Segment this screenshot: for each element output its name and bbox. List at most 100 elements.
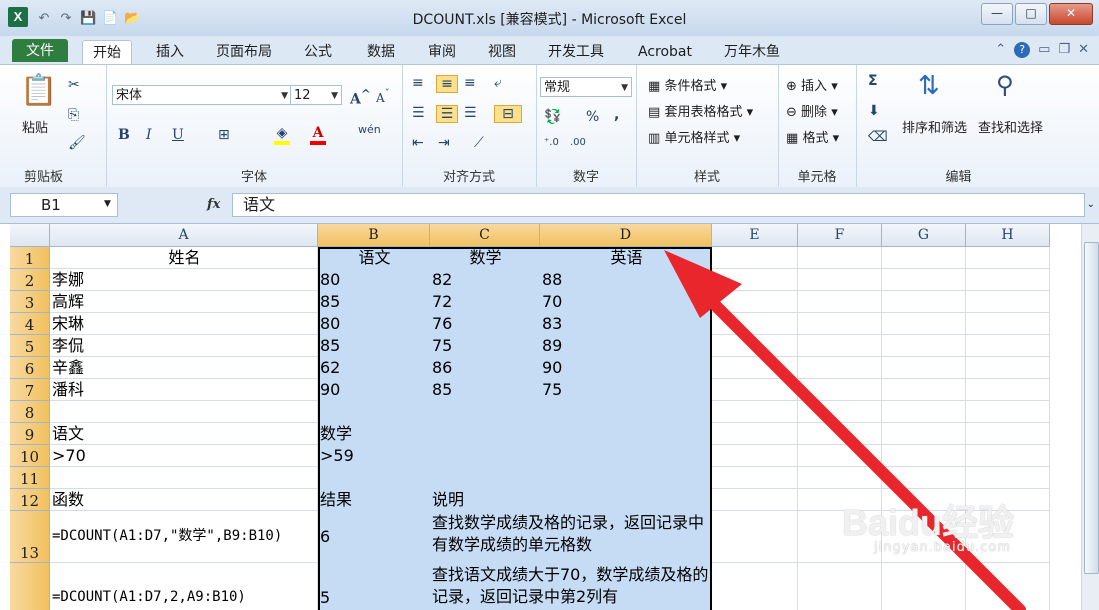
- row-header-13[interactable]: 13: [10, 511, 50, 563]
- align-top-icon[interactable]: ≡: [412, 75, 424, 91]
- cell-a14[interactable]: =DCOUNT(A1:D7,2,A9:B10): [50, 563, 318, 610]
- tab-data[interactable]: 数据: [357, 40, 405, 64]
- cell-c4[interactable]: 76: [430, 313, 540, 335]
- cell-g14[interactable]: [882, 563, 966, 610]
- orientation-icon[interactable]: ⟋: [474, 135, 484, 151]
- cell-e12[interactable]: [712, 489, 798, 511]
- expand-formula-chevron-icon[interactable]: ⌄: [1087, 199, 1095, 210]
- cell-d9[interactable]: [540, 423, 712, 445]
- row-header-3[interactable]: 3: [10, 291, 50, 313]
- percent-button[interactable]: %: [586, 109, 599, 125]
- cell-b3[interactable]: 85: [318, 291, 430, 313]
- cell-a3[interactable]: 高辉: [50, 291, 318, 313]
- tab-formulas[interactable]: 公式: [294, 40, 342, 64]
- cell-e14[interactable]: [712, 563, 798, 610]
- column-header-f[interactable]: F: [798, 224, 882, 247]
- row-header-11[interactable]: 11: [10, 467, 50, 489]
- increase-decimal-icon[interactable]: ⁺.0: [544, 137, 559, 148]
- cell-g9[interactable]: [882, 423, 966, 445]
- cell-f8[interactable]: [798, 401, 882, 423]
- cell-b7[interactable]: 90: [318, 379, 430, 401]
- cell-c13[interactable]: 查找数学成绩及格的记录，返回记录中有数学成绩的单元格数: [430, 511, 712, 563]
- cell-f6[interactable]: [798, 357, 882, 379]
- cell-b6[interactable]: 62: [318, 357, 430, 379]
- cell-d5[interactable]: 89: [540, 335, 712, 357]
- tab-file[interactable]: 文件: [12, 39, 68, 62]
- cell-g10[interactable]: [882, 445, 966, 467]
- row-header-10[interactable]: 10: [10, 445, 50, 467]
- select-all-corner[interactable]: [10, 224, 50, 247]
- tab-view[interactable]: 视图: [478, 40, 526, 64]
- font-color-button[interactable]: A: [310, 125, 326, 145]
- clear-icon[interactable]: ⌫: [868, 129, 888, 145]
- paste-button[interactable]: 粘贴: [22, 117, 48, 136]
- font-size-select[interactable]: 12 ▼: [290, 85, 342, 105]
- cell-a4[interactable]: 宋琳: [50, 313, 318, 335]
- cell-c12[interactable]: 说明: [430, 489, 540, 511]
- number-format-select[interactable]: 常规 ▼: [540, 77, 632, 97]
- column-header-d[interactable]: D: [540, 224, 712, 247]
- format-cells-button[interactable]: ▦ 格式 ▾: [786, 127, 839, 146]
- align-left-icon[interactable]: ☰: [412, 105, 425, 121]
- row-header-7[interactable]: 7: [10, 379, 50, 401]
- maximize-button[interactable]: □: [1015, 3, 1047, 25]
- increase-indent-icon[interactable]: ⇥: [438, 135, 450, 151]
- italic-button[interactable]: I: [146, 127, 152, 143]
- cell-b10[interactable]: >59: [318, 445, 430, 467]
- cell-e13[interactable]: [712, 511, 798, 563]
- cell-d2[interactable]: 88: [540, 269, 712, 291]
- cell-e8[interactable]: [712, 401, 798, 423]
- column-header-a[interactable]: A: [50, 224, 318, 247]
- row-header-8[interactable]: 8: [10, 401, 50, 423]
- cell-g5[interactable]: [882, 335, 966, 357]
- increase-font-icon[interactable]: A^: [350, 87, 371, 108]
- cell-f9[interactable]: [798, 423, 882, 445]
- cell-a5[interactable]: 李侃: [50, 335, 318, 357]
- cell-e5[interactable]: [712, 335, 798, 357]
- cell-h10[interactable]: [966, 445, 1050, 467]
- cell-e1[interactable]: [712, 247, 798, 269]
- cell-d3[interactable]: 70: [540, 291, 712, 313]
- cell-d4[interactable]: 83: [540, 313, 712, 335]
- merge-center-icon[interactable]: ⊟: [494, 105, 522, 123]
- cell-c7[interactable]: 85: [430, 379, 540, 401]
- decrease-decimal-icon[interactable]: .00: [570, 137, 586, 148]
- decrease-indent-icon[interactable]: ⇤: [412, 135, 424, 151]
- cell-e9[interactable]: [712, 423, 798, 445]
- cell-c11[interactable]: [430, 467, 540, 489]
- cell-d10[interactable]: [540, 445, 712, 467]
- cut-icon[interactable]: ✂: [68, 77, 80, 93]
- cell-c10[interactable]: [430, 445, 540, 467]
- ribbon-collapse-icon[interactable]: ⌃: [995, 42, 1006, 58]
- cell-h2[interactable]: [966, 269, 1050, 291]
- cell-h14[interactable]: [966, 563, 1050, 610]
- close-button[interactable]: ✕: [1049, 3, 1093, 25]
- cell-c1[interactable]: 数学: [430, 247, 540, 269]
- sort-filter-button[interactable]: 排序和筛选: [902, 117, 967, 136]
- cell-h5[interactable]: [966, 335, 1050, 357]
- align-middle-icon[interactable]: ≡: [436, 75, 458, 93]
- cell-a1[interactable]: 姓名: [50, 247, 318, 269]
- underline-button[interactable]: U: [172, 127, 184, 143]
- formula-input[interactable]: 语文: [232, 193, 1085, 217]
- row-header-2[interactable]: 2: [10, 269, 50, 291]
- paste-icon[interactable]: 📋: [20, 73, 57, 109]
- font-name-select[interactable]: 宋体 ▼: [112, 85, 292, 105]
- cell-a7[interactable]: 潘科: [50, 379, 318, 401]
- name-box[interactable]: B1: [10, 193, 118, 217]
- cell-h8[interactable]: [966, 401, 1050, 423]
- cell-a10[interactable]: >70: [50, 445, 318, 467]
- cell-c3[interactable]: 72: [430, 291, 540, 313]
- cell-e7[interactable]: [712, 379, 798, 401]
- doc-close-icon[interactable]: ✕: [1078, 42, 1089, 58]
- tab-custom[interactable]: 万年木鱼: [714, 40, 790, 64]
- cell-f10[interactable]: [798, 445, 882, 467]
- row-header-5[interactable]: 5: [10, 335, 50, 357]
- cell-a8[interactable]: [50, 401, 318, 423]
- cell-g7[interactable]: [882, 379, 966, 401]
- tab-acrobat[interactable]: Acrobat: [628, 40, 702, 64]
- name-box-chevron-down-icon[interactable]: ▼: [104, 199, 111, 209]
- cell-g1[interactable]: [882, 247, 966, 269]
- row-header-6[interactable]: 6: [10, 357, 50, 379]
- cell-styles-button[interactable]: ▥ 单元格样式 ▾: [648, 127, 740, 146]
